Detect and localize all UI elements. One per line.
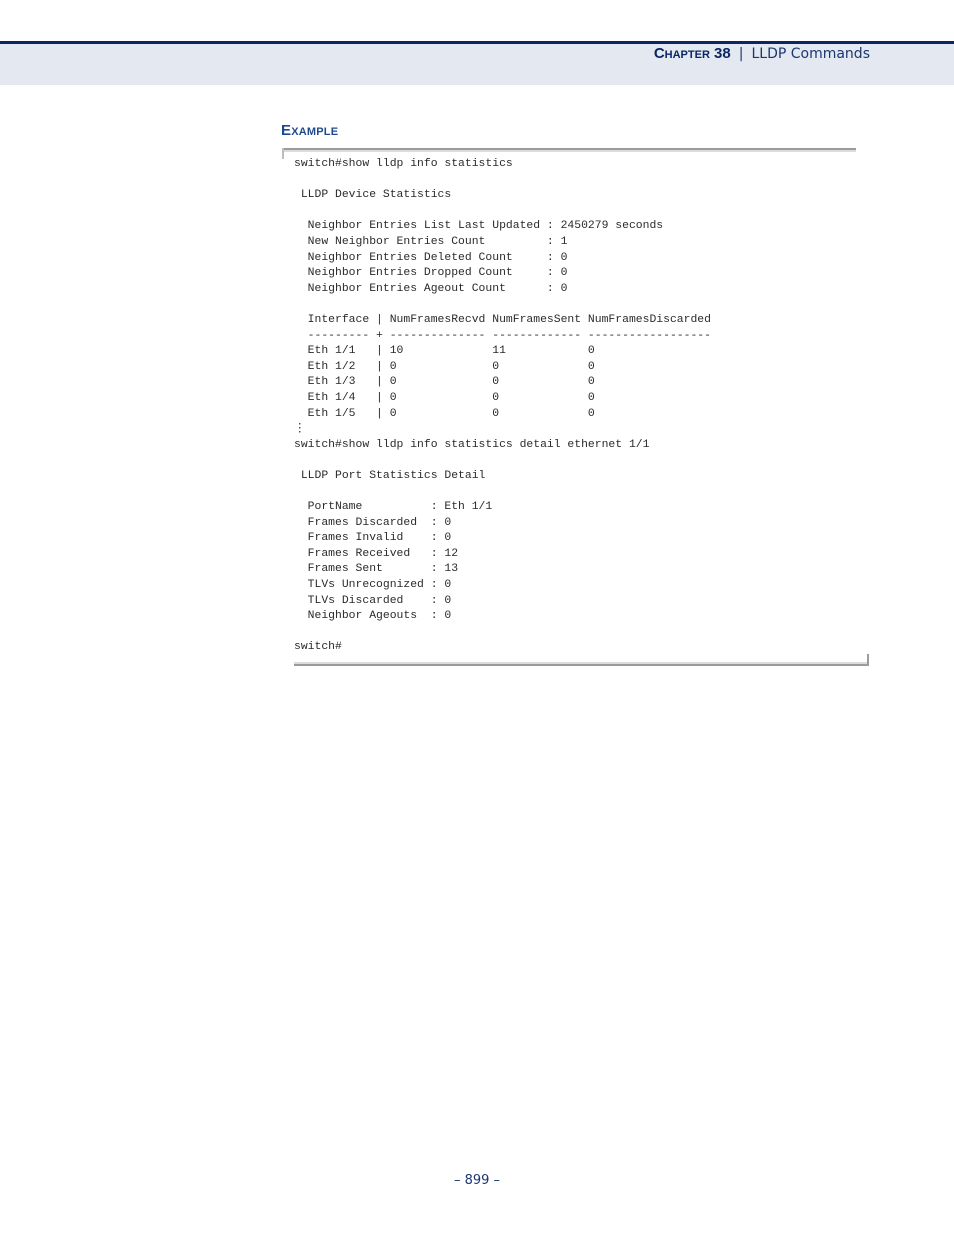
chapter-title: LLDP Commands — [751, 46, 870, 62]
vertical-ellipsis-line: ⋮ — [294, 423, 306, 436]
code-line: switch# — [294, 641, 342, 654]
code-line: --------- + -------------- -------------… — [294, 329, 711, 342]
code-line: Neighbor Ageouts : 0 — [294, 610, 452, 623]
running-head: Chapter 38 | LLDP Commands — [654, 45, 870, 63]
code-line: Neighbor Entries Ageout Count : 0 — [294, 282, 568, 295]
code-line: TLVs Unrecognized : 0 — [294, 579, 452, 592]
code-line: switch#show lldp info statistics — [294, 158, 513, 170]
code-box-top-border — [282, 148, 856, 152]
page-number: – 899 – — [453, 1173, 501, 1188]
code-line: Frames Invalid : 0 — [294, 532, 452, 545]
code-line: Eth 1/3 | 0 0 0 — [294, 376, 595, 389]
code-line: New Neighbor Entries Count : 1 — [294, 235, 568, 248]
code-line: Interface | NumFramesRecvd NumFramesSent… — [294, 313, 711, 326]
code-line: Eth 1/4 | 0 0 0 — [294, 391, 595, 404]
code-box-right-border — [867, 654, 869, 666]
section-heading: Example — [281, 122, 339, 139]
code-line: switch#show lldp info statistics detail … — [294, 438, 650, 451]
code-box-left-border — [282, 148, 284, 159]
code-example-box: switch#show lldp info statistics LLDP De… — [282, 148, 869, 666]
code-line: Neighbor Entries List Last Updated : 245… — [294, 220, 664, 233]
code-line: Frames Sent : 13 — [294, 563, 459, 576]
code-line: Frames Received : 12 — [294, 547, 459, 560]
chapter-label: Chapter 38 — [653, 45, 731, 62]
code-line: Neighbor Entries Deleted Count : 0 — [294, 251, 568, 264]
chapter-separator: | — [738, 46, 744, 62]
code-line: Neighbor Entries Dropped Count : 0 — [294, 267, 568, 280]
code-example-text: switch#show lldp info statistics LLDP De… — [294, 157, 711, 656]
code-line: LLDP Port Statistics Detail — [294, 469, 486, 482]
code-box-bottom-border — [294, 662, 869, 666]
code-line: Eth 1/5 | 0 0 0 — [294, 407, 595, 420]
code-line: PortName : Eth 1/1 — [294, 501, 493, 514]
code-line: Eth 1/1 | 10 11 0 — [294, 345, 595, 358]
code-line: Eth 1/2 | 0 0 0 — [294, 360, 595, 373]
code-line: Frames Discarded : 0 — [294, 516, 452, 529]
code-line: TLVs Discarded : 0 — [294, 594, 452, 607]
code-line: LLDP Device Statistics — [294, 189, 452, 202]
